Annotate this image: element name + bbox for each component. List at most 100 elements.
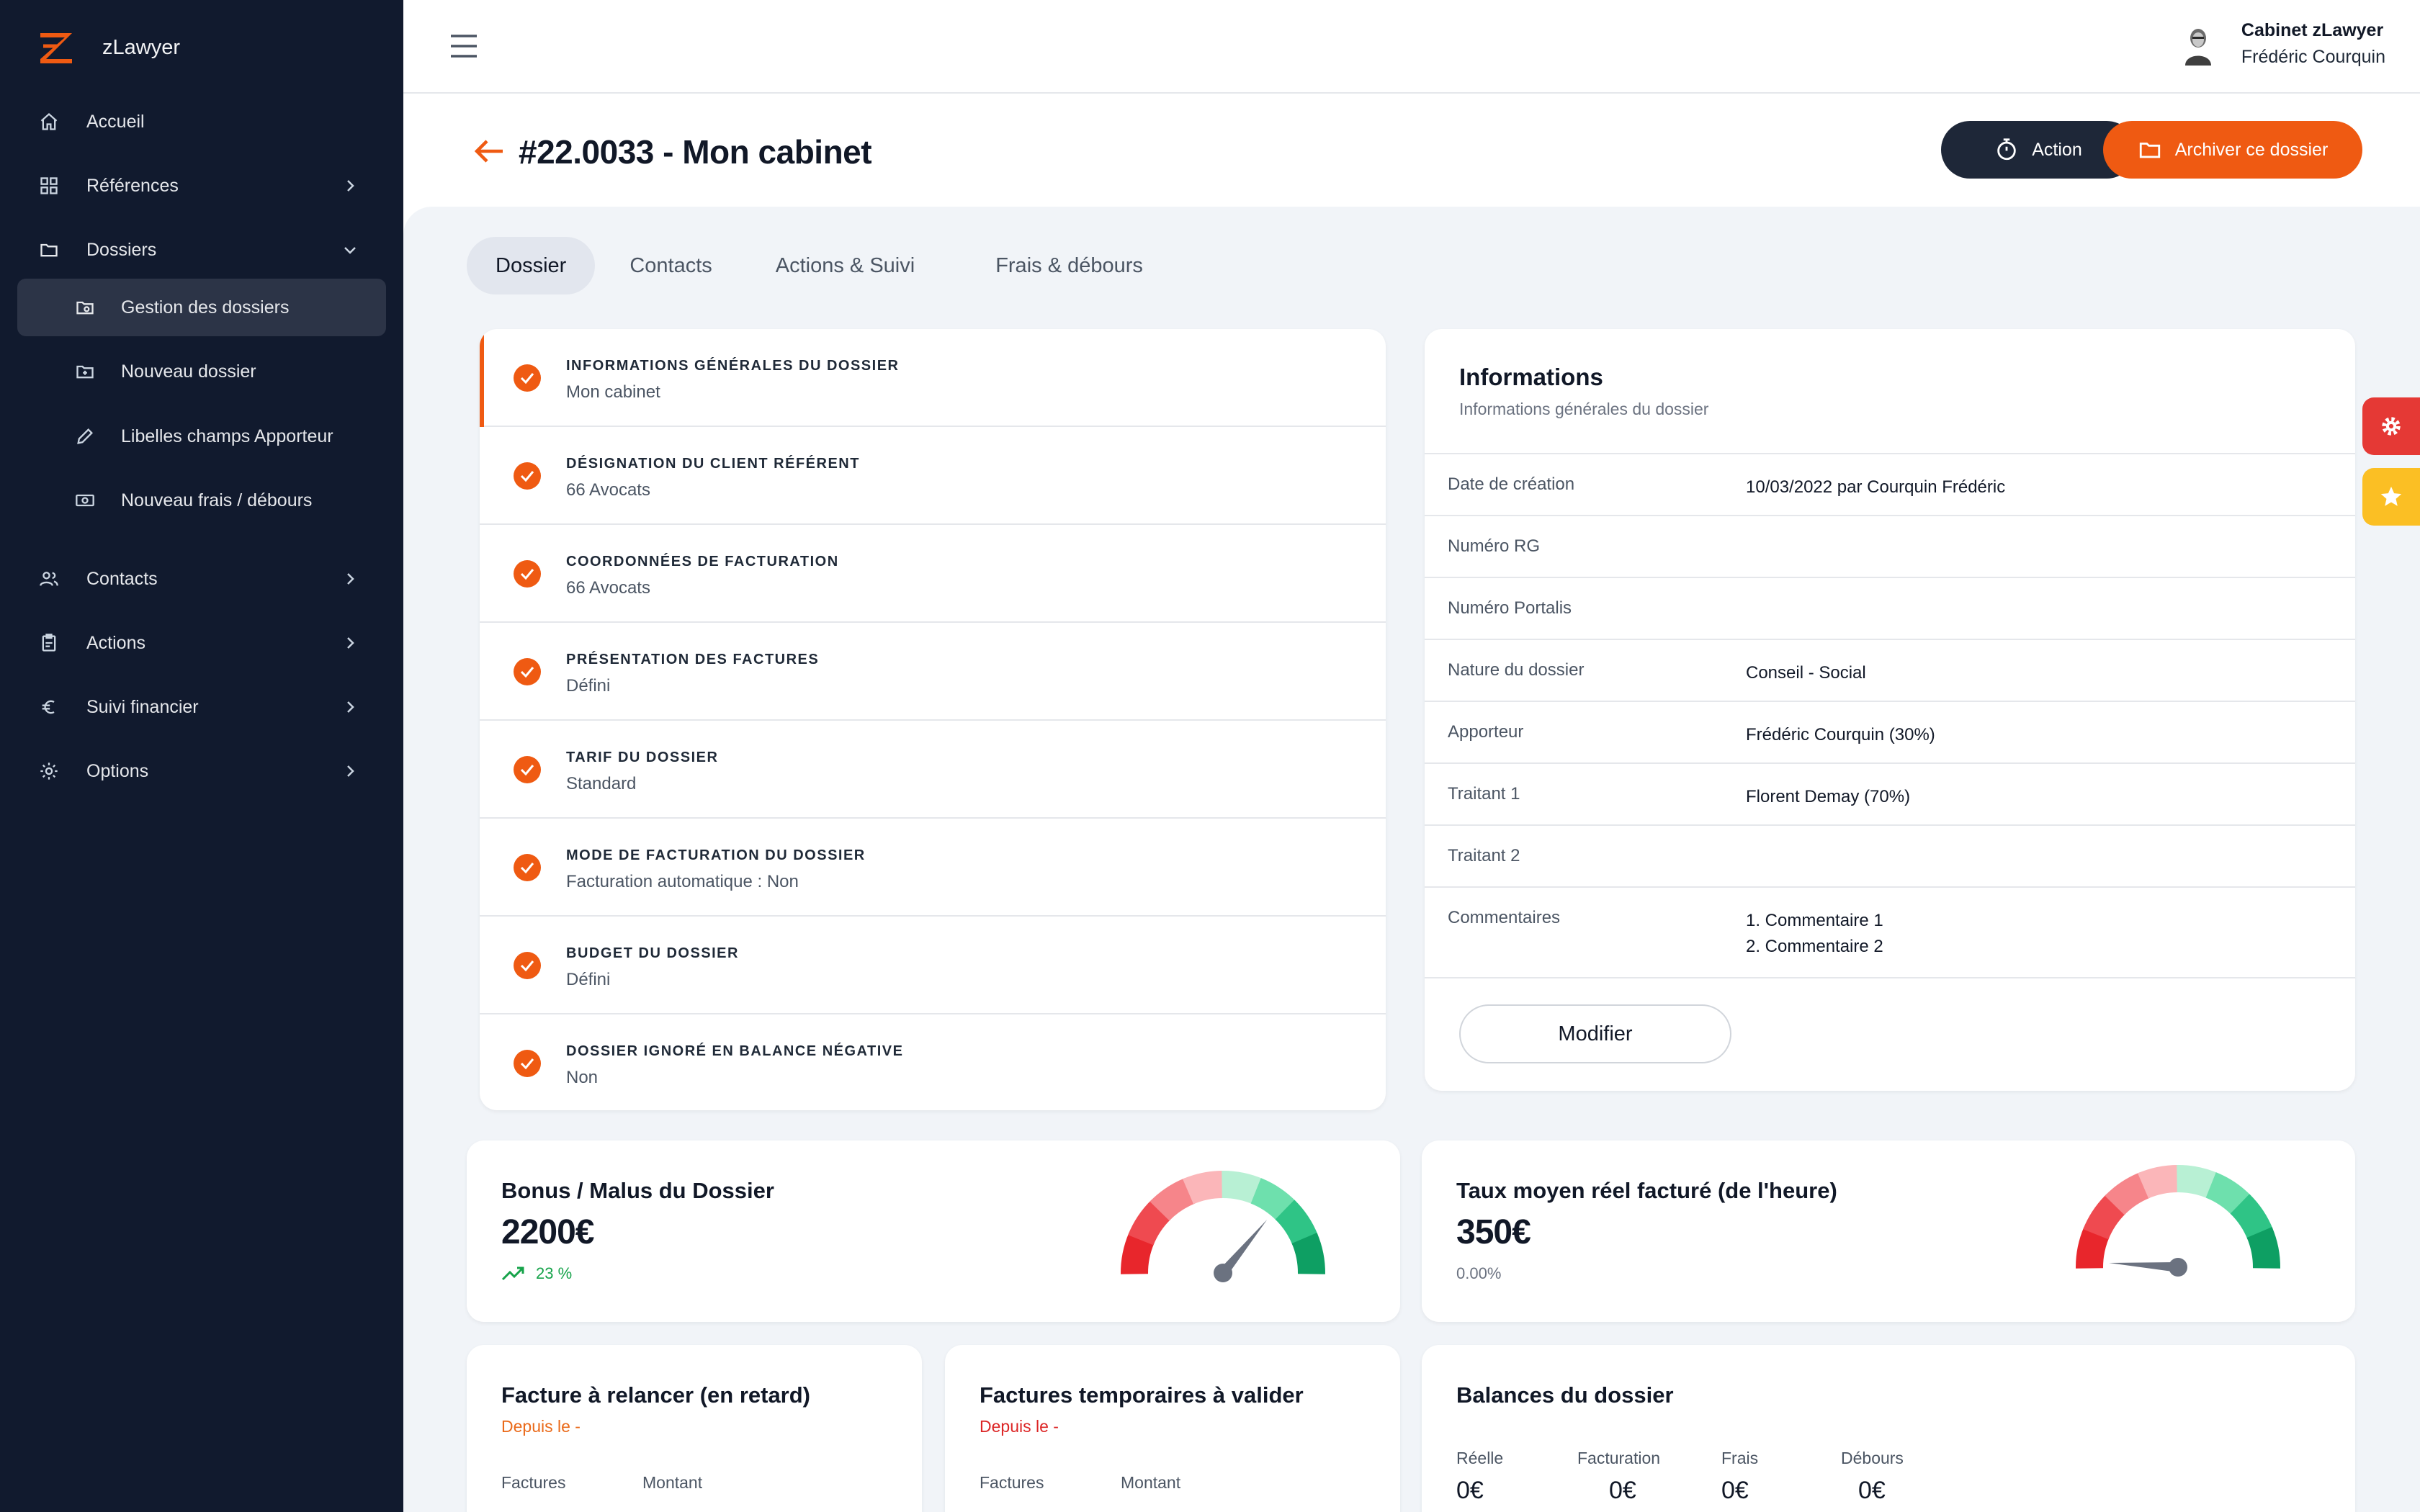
clipboard-icon (39, 633, 59, 653)
sidebar-item-label: Suivi financier (86, 696, 199, 717)
check-circle-icon (513, 951, 542, 980)
gauge-chart (1115, 1165, 1331, 1295)
sidebar-item-label: Actions (86, 632, 145, 653)
gauge-chart (2070, 1159, 2286, 1289)
kpi-trend: 23 % (501, 1264, 572, 1283)
archive-button-label: Archiver ce dossier (2174, 139, 2329, 160)
balances-card: Balances du dossier Réelle 0€ Facturatio… (1422, 1345, 2355, 1512)
modify-button[interactable]: Modifier (1459, 1004, 1731, 1063)
sidebar-item-libelles-apporteur[interactable]: Libelles champs Apporteur (17, 408, 386, 465)
step-title: DÉSIGNATION DU CLIENT RÉFÉRENT (566, 456, 860, 472)
archive-folder-button[interactable]: Archiver ce dossier (2103, 121, 2362, 179)
sidebar-item-suivi-financier[interactable]: Suivi financier (17, 678, 386, 736)
sidebar-item-dossiers[interactable]: Dossiers (17, 221, 386, 279)
step-value: Défini (566, 676, 611, 696)
chevron-right-icon (341, 762, 359, 780)
kpi-trend: 0.00% (1456, 1264, 1501, 1283)
step-title: DOSSIER IGNORÉ EN BALANCE NÉGATIVE (566, 1043, 904, 1059)
step-item[interactable]: COORDONNÉES DE FACTURATION 66 Avocats (480, 525, 1386, 623)
info-row: Apporteur Frédéric Courquin (30%) (1425, 701, 2355, 762)
step-item[interactable]: PRÉSENTATION DES FACTURES Défini (480, 623, 1386, 721)
tab-dossier[interactable]: Dossier (467, 237, 596, 294)
sidebar-item-gestion-dossiers[interactable]: Gestion des dossiers (17, 279, 386, 336)
step-item[interactable]: TARIF DU DOSSIER Standard (480, 721, 1386, 819)
step-title: MODE DE FACTURATION DU DOSSIER (566, 847, 866, 863)
money-icon (75, 490, 95, 510)
sidebar-item-accueil[interactable]: Accueil (17, 93, 386, 150)
balance-column: Facturation 0€ (1577, 1449, 1660, 1505)
sidebar-item-actions[interactable]: Actions (17, 614, 386, 672)
info-row: Commentaires 1. Commentaire 1 2. Comment… (1425, 886, 2355, 978)
settings-float-button[interactable] (2362, 397, 2420, 455)
sidebar-item-options[interactable]: Options (17, 742, 386, 800)
user-name: Frédéric Courquin (2241, 47, 2385, 67)
stopwatch-icon (1994, 138, 2019, 162)
column-header: Factures (980, 1473, 1044, 1492)
informations-title: Informations (1459, 364, 1603, 390)
tab-frais-debours[interactable]: Frais & débours (967, 237, 1172, 294)
sidebar-item-nouveau-dossier[interactable]: Nouveau dossier (17, 343, 386, 400)
user-organization: Cabinet zLawyer (2241, 20, 2384, 40)
gear-icon (2379, 414, 2403, 438)
info-label: Apporteur (1448, 722, 1524, 742)
folder-plus-icon (75, 361, 95, 382)
balance-value: 0€ (1721, 1477, 1749, 1504)
column-header: Montant (642, 1473, 703, 1492)
pencil-icon (75, 426, 95, 446)
sidebar-item-label: Options (86, 760, 149, 781)
step-item[interactable]: INFORMATIONS GÉNÉRALES DU DOSSIER Mon ca… (480, 329, 1386, 427)
grid-icon (39, 176, 59, 196)
info-label: Nature du dossier (1448, 660, 1585, 680)
info-row: Traitant 2 (1425, 824, 2355, 886)
users-icon (39, 569, 59, 589)
kpi-title: Bonus / Malus du Dossier (501, 1178, 774, 1203)
sidebar-item-label: Références (86, 175, 179, 196)
step-value: Mon cabinet (566, 382, 660, 402)
balance-label: Débours (1841, 1449, 1904, 1467)
hamburger-menu-icon[interactable] (449, 33, 478, 59)
chevron-right-icon (341, 570, 359, 588)
gauge-svg (1121, 1171, 1325, 1282)
balance-label: Réelle (1456, 1449, 1504, 1467)
info-label: Traitant 2 (1448, 846, 1520, 865)
brand[interactable]: zLawyer (36, 27, 180, 68)
info-value: 1. Commentaire 1 2. Commentaire 2 (1746, 908, 1883, 960)
avatar (2176, 22, 2220, 66)
folder-manage-icon (75, 297, 95, 318)
sidebar-item-contacts[interactable]: Contacts (17, 550, 386, 608)
action-button-label: Action (2032, 139, 2082, 160)
informations-subtitle: Informations générales du dossier (1459, 400, 1709, 418)
step-value: 66 Avocats (566, 578, 650, 598)
kpi-value: 350€ (1456, 1213, 1531, 1251)
balance-label: Frais (1721, 1449, 1759, 1467)
step-item[interactable]: DÉSIGNATION DU CLIENT RÉFÉRENT 66 Avocat… (480, 427, 1386, 525)
user-menu[interactable]: Cabinet zLawyer Frédéric Courquin (2176, 20, 2385, 68)
main-content: Dossier Contacts Actions & Suivi Frais &… (403, 207, 2420, 1512)
tab-actions-suivi[interactable]: Actions & Suivi (747, 237, 944, 294)
gauge-hub (1214, 1264, 1232, 1282)
kpi-trend-value: 0.00% (1456, 1264, 1502, 1282)
info-value: 10/03/2022 par Courquin Frédéric (1746, 477, 2006, 497)
info-value: Frédéric Courquin (30%) (1746, 725, 1935, 744)
sidebar-item-references[interactable]: Références (17, 157, 386, 215)
tab-contacts[interactable]: Contacts (601, 237, 740, 294)
column-header: Factures (501, 1473, 566, 1492)
gear-icon (39, 761, 59, 781)
page-title: #22.0033 - Mon cabinet (519, 133, 872, 171)
check-circle-icon (513, 462, 542, 490)
brand-name: zLawyer (102, 35, 180, 59)
balance-label: Facturation (1577, 1449, 1661, 1467)
chevron-right-icon (341, 634, 359, 652)
back-arrow-icon[interactable] (472, 138, 504, 164)
star-icon (2379, 485, 2403, 509)
info-label: Numéro RG (1448, 536, 1541, 556)
since-label: Depuis le - (980, 1417, 1059, 1436)
sidebar-item-nouveau-frais[interactable]: Nouveau frais / débours (17, 472, 386, 529)
favorite-float-button[interactable] (2362, 468, 2420, 526)
kpi-trend-value: 23 % (536, 1264, 573, 1282)
step-item[interactable]: BUDGET DU DOSSIER Défini (480, 917, 1386, 1014)
info-label: Traitant 1 (1448, 784, 1520, 804)
comment-line: 2. Commentaire 2 (1746, 937, 1883, 956)
step-item[interactable]: DOSSIER IGNORÉ EN BALANCE NÉGATIVE Non (480, 1014, 1386, 1110)
step-item[interactable]: MODE DE FACTURATION DU DOSSIER Facturati… (480, 819, 1386, 917)
